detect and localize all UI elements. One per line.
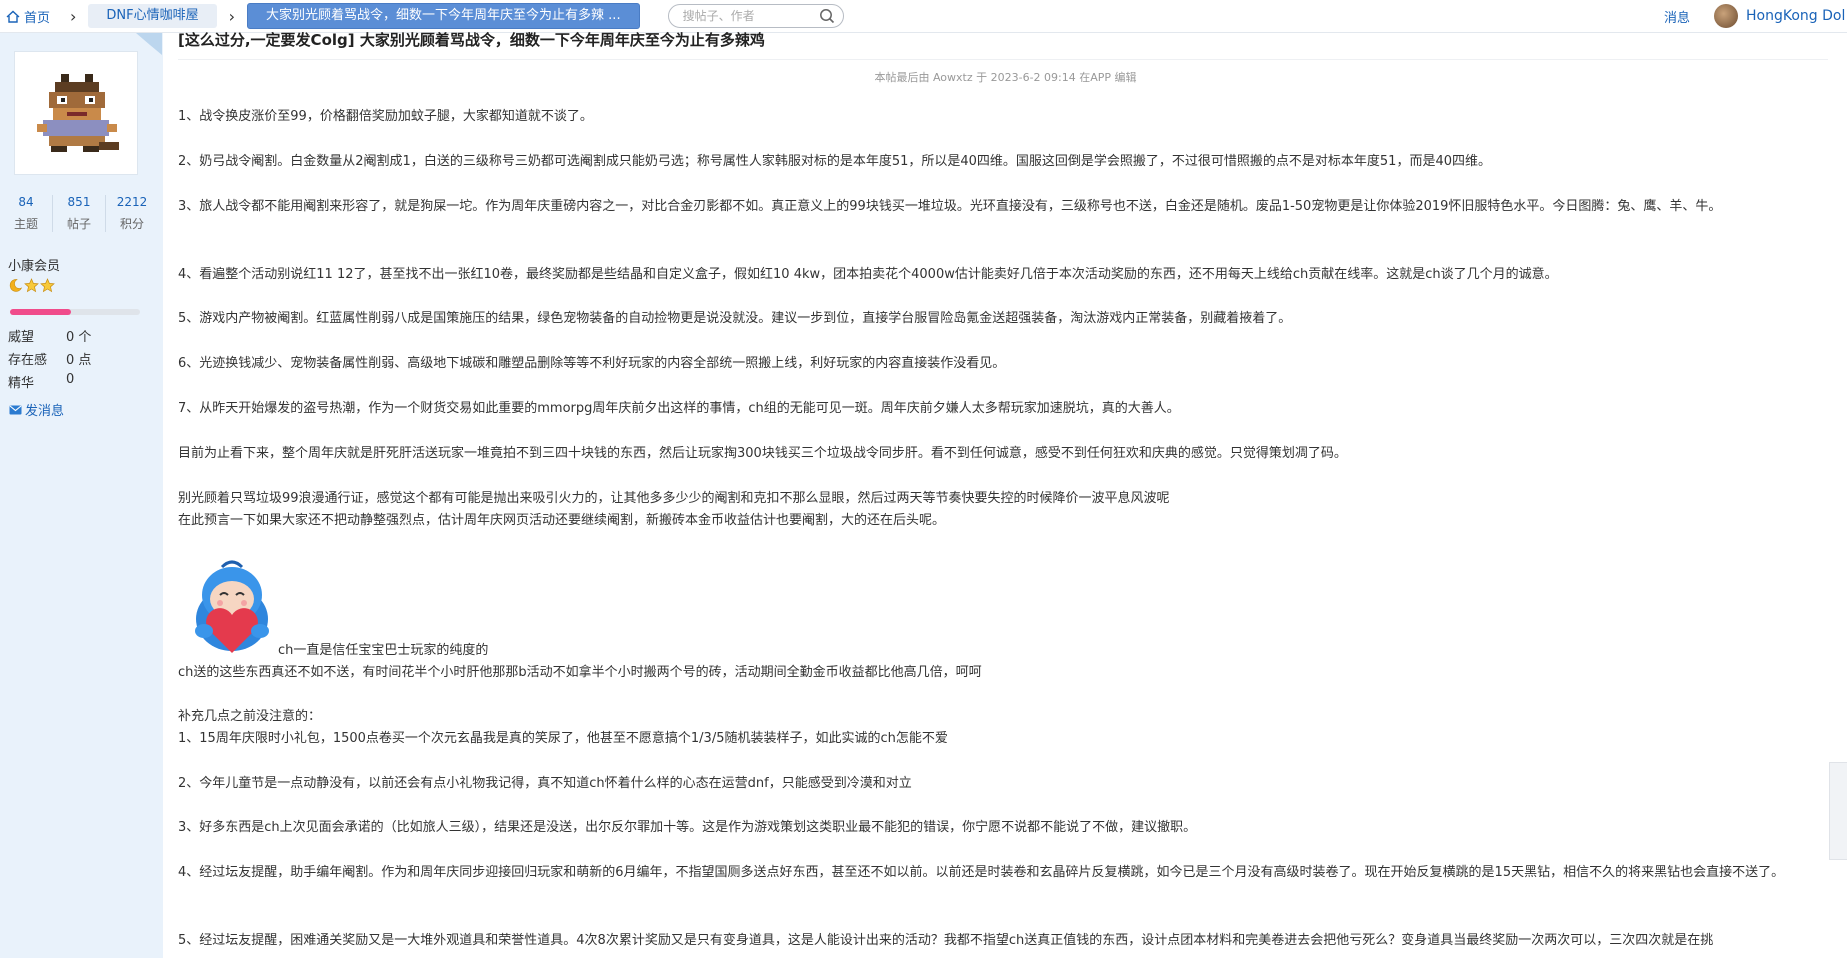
post-paragraph: 4、看遍整个活动别说红11 12了，甚至找不出一张红10卷，最终奖励都是些结晶和… (178, 267, 1558, 282)
post-paragraph: 补充几点之前没注意的： (178, 709, 322, 724)
post-paragraph: 别光顾着只骂垃圾99浪漫通行证，感觉这个都有可能是抛出来吸引火力的，让其他多多少… (178, 491, 1170, 506)
post-paragraph: 1、战令换皮涨价至99，价格翻倍奖励加蚊子腿，大家都知道就不谈了。 (178, 109, 593, 124)
post-paragraph: 4、经过坛友提醒，助手编年阉割。作为和周年庆同步迎接回归玩家和萌新的6月编年，不… (178, 865, 1785, 880)
chevron-right-icon: › (70, 6, 77, 26)
breadcrumb-home-label: 首页 (24, 10, 51, 26)
rank-stars (8, 278, 55, 293)
stat-points[interactable]: 2212 积分 (106, 195, 158, 232)
post-paragraph: ch送的这些东西真还不如不送，有时间花半个小时肝他那那b活动不如拿半个小时搬两个… (178, 665, 982, 680)
prop-presence: 存在感 0 点 (8, 353, 92, 368)
post-title: [这么过分,一定要发Colg] 大家别光顾着骂战令，细数一下今年周年庆至今为止有… (178, 31, 765, 49)
send-message-button[interactable]: 发消息 (9, 400, 64, 419)
star-icon (40, 278, 55, 293)
post-paragraph: 2、奶弓战令阉割。白金数量从2阉割成1，白送的三级称号三奶都可选阉割成只能奶弓选… (178, 154, 1491, 169)
envelope-icon (9, 405, 22, 414)
chevron-right-icon: › (228, 6, 236, 26)
level-progress-bar (10, 309, 140, 315)
post-paragraph: 7、从昨天开始爆发的盗号热潮，作为一个财货交易如此重要的mmorpg周年庆前夕出… (178, 401, 1180, 416)
post-paragraph: 5、经过坛友提醒，困难通关奖励又是一大堆外观道具和荣誉性道具。4次8次累计奖励又… (178, 933, 1714, 948)
user-avatar[interactable] (1714, 4, 1738, 28)
pixel-creature-avatar (37, 74, 119, 152)
search-icon[interactable] (819, 8, 835, 24)
post-paragraph: 在此预言一下如果大家还不把动静整强烈点，估计周年庆网页活动还要继续阉割，新搬砖本… (178, 513, 946, 528)
stat-threads[interactable]: 84 主题 (0, 195, 53, 232)
prop-digest: 精华 0 (8, 372, 75, 391)
stat-posts[interactable]: 851 帖子 (53, 195, 106, 232)
breadcrumb-forum[interactable]: DNF心情咖啡屋 (88, 4, 217, 28)
breadcrumb-thread[interactable]: 大家别光顾着骂战令，细数一下今年周年庆至今为止有多辣 ... (247, 3, 640, 29)
edit-note: 本帖最后由 Aowxtz 于 2023-6-2 09:14 在APP 编辑 (874, 71, 1137, 84)
title-divider (178, 59, 1828, 60)
post-paragraph: 3、旅人战令都不能用阉割来形容了，就是狗屎一坨。作为周年庆重磅内容之一，对比合金… (178, 199, 1722, 214)
author-stats: 84 主题 851 帖子 2212 积分 (0, 195, 163, 232)
level-progress-fill (10, 309, 72, 315)
user-menu[interactable]: HongKong Dol (1714, 4, 1845, 28)
author-panel: 84 主题 851 帖子 2212 积分 小康会员 威望 0 个 存在感 0 点 (0, 33, 163, 958)
search-input[interactable] (680, 8, 815, 24)
messages-link[interactable]: 消息 (1664, 7, 1690, 26)
moon-icon (9, 279, 23, 292)
post-paragraph: 目前为止看下来，整个周年庆就是肝死肝活送玩家一堆竟拍不到三四十块钱的东西，然后让… (178, 446, 1347, 461)
breadcrumb-home[interactable]: 首页 (2, 7, 58, 26)
author-avatar[interactable] (14, 51, 138, 175)
post-paragraph: 1、15周年庆限时小礼包，1500点卷买一个次元玄晶我是真的笑尿了，他甚至不愿意… (178, 731, 948, 746)
star-icon (24, 278, 39, 293)
username[interactable]: HongKong Dol (1746, 8, 1845, 24)
post-paragraph: 2、今年儿童节是一点动静没有，以前还会有点小礼物我记得，真不知道ch怀着什么样的… (178, 776, 912, 791)
search-box (667, 4, 844, 28)
home-icon (6, 10, 20, 23)
post-paragraph: ch一直是信任宝宝巴士玩家的纯度的 (278, 643, 489, 658)
member-rank: 小康会员 (8, 259, 61, 274)
post-paragraph: 6、光迹换钱减少、宠物装备属性削弱、高级地下城碳和雕塑品删除等等不利好玩家的内容… (178, 356, 1006, 371)
corner-ribbon-icon (136, 33, 162, 55)
prop-prestige: 威望 0 个 (8, 330, 92, 345)
post-paragraph: 3、好多东西是ch上次见面会承诺的（比如旅人三级），结果还是没送，出尔反尔罪加十… (178, 820, 1197, 835)
post-content: [这么过分,一定要发Colg] 大家别光顾着骂战令，细数一下今年周年庆至今为止有… (178, 31, 1833, 958)
post-paragraph: 5、游戏内产物被阉割。红蓝属性削弱八成是国策施压的结果，绿色宠物装备的自动捡物更… (178, 311, 1292, 326)
breadcrumb: 首页 › DNF心情咖啡屋 › 大家别光顾着骂战令，细数一下今年周年庆至今为止有… (2, 3, 640, 29)
heart-hug-sticker (195, 560, 269, 653)
side-toolbar[interactable] (1829, 762, 1847, 860)
